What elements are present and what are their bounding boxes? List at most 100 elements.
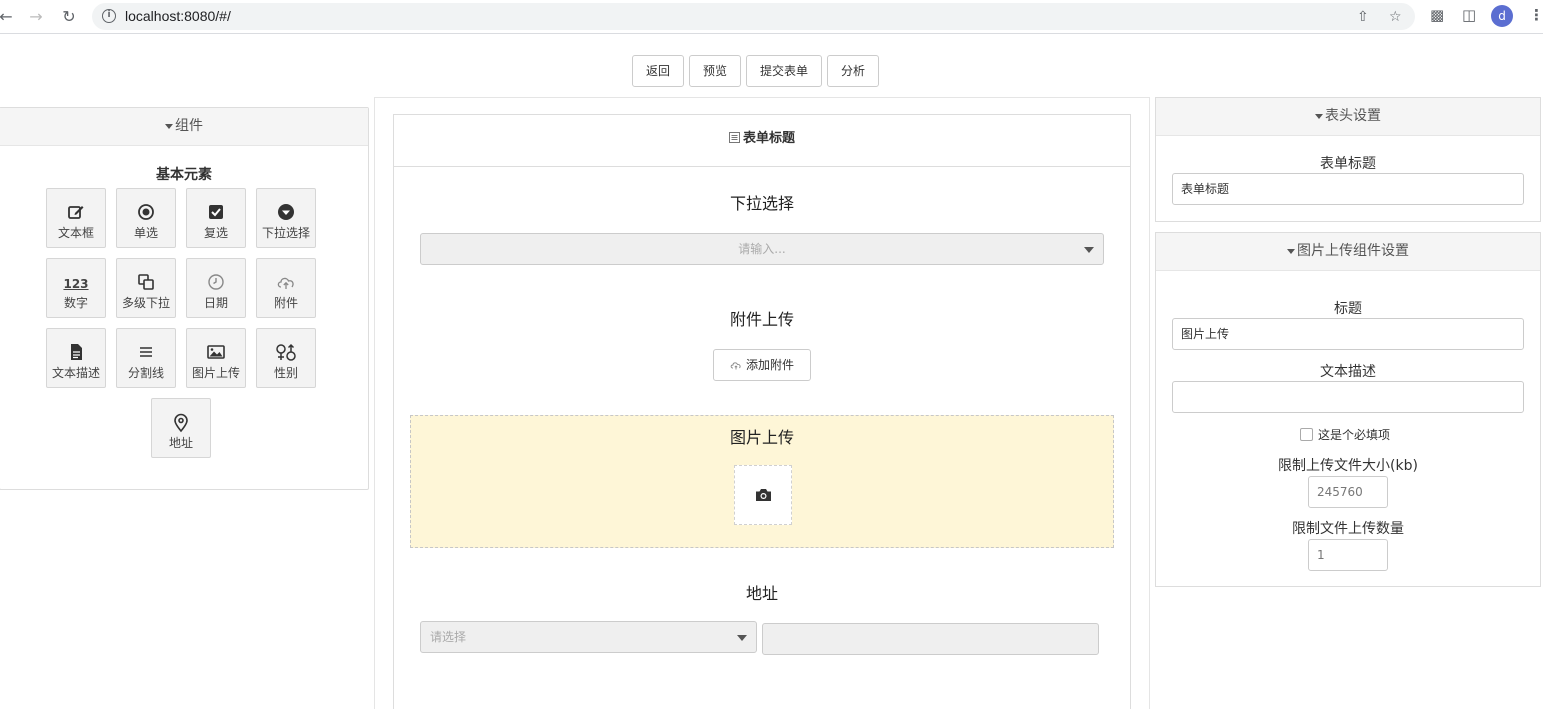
form-title-label: 表单标题 [1320,156,1376,172]
menu-kebab-icon[interactable]: ⋮ [1529,6,1543,24]
component-radio[interactable]: 单选 [116,188,176,248]
component-number[interactable]: 123 数字 [46,258,106,318]
count-limit-label: 限制文件上传数量 [1292,521,1404,537]
gender-icon [257,343,315,365]
component-date[interactable]: 日期 [186,258,246,318]
document-icon [47,343,105,365]
caret-down-icon [1315,113,1323,119]
header-settings-header[interactable]: 表头设置 [1156,98,1540,136]
back-arrow-icon[interactable]: ← [0,5,18,29]
component-label: 分割线 [127,366,164,380]
component-label: 附件 [273,296,298,310]
caret-down-icon [1084,247,1094,253]
extensions-puzzle-icon[interactable]: ▩ [1430,6,1444,24]
dropdown-select[interactable]: 请输入... [420,233,1104,265]
image-upload-settings-panel: 图片上传组件设置 标题 图片上传 文本描述 这是个必填项 限制上传文件大小(kb… [1155,232,1541,587]
size-limit-label: 限制上传文件大小(kb) [1278,458,1418,474]
cloud-upload-icon [730,351,742,381]
component-checkbox[interactable]: 复选 [186,188,246,248]
form-title-input[interactable]: 表单标题 [1172,173,1524,205]
title-label: 标题 [1334,301,1362,317]
address-field-title: 地址 [745,584,778,603]
checkbox-icon [187,203,245,225]
form-actions: 返回 预览 提交表单 分析 [632,55,880,87]
basic-elements-heading: 基本元素 [156,167,212,183]
share-icon[interactable]: ⇧ [1357,9,1369,25]
form-preview-card: 表单标题 下拉选择 请输入... 附件上传 添加附件 [393,114,1131,709]
title-input[interactable]: 图片上传 [1172,318,1524,350]
address-detail-input[interactable] [762,623,1099,655]
components-panel-header[interactable]: 组件 [0,108,368,146]
count-limit-input[interactable]: 1 [1308,539,1388,571]
submit-form-button[interactable]: 提交表单 [746,55,823,87]
caret-down-icon [1287,248,1295,254]
component-label: 地址 [168,436,193,450]
bookmark-star-icon[interactable]: ☆ [1389,9,1402,25]
analyze-button[interactable]: 分析 [827,55,880,87]
description-label: 文本描述 [1320,364,1376,380]
cascade-icon [117,273,175,295]
url-text: localhost:8080/#/ [125,8,231,24]
component-label: 文本框 [57,226,94,240]
side-panel-icon[interactable]: ◫ [1462,6,1476,24]
form-title: 表单标题 [742,131,795,146]
add-attachment-button[interactable]: 添加附件 [713,349,811,381]
size-limit-input[interactable]: 245760 [1308,476,1388,508]
required-checkbox[interactable]: 这是个必填项 [1300,426,1390,443]
address-placeholder: 请选择 [430,630,467,644]
profile-avatar[interactable]: d [1491,5,1513,27]
component-label: 数字 [63,296,88,310]
components-panel-title: 组件 [175,118,203,134]
image-upload-dropzone[interactable] [734,465,792,525]
caret-down-icon [737,635,747,641]
component-dropdown[interactable]: 下拉选择 [256,188,316,248]
image-upload-field-selected[interactable]: 图片上传 [410,415,1114,548]
component-cascade[interactable]: 多级下拉 [116,258,176,318]
clock-icon [187,273,245,295]
cloud-upload-icon [257,273,315,295]
component-textbox[interactable]: 文本框 [46,188,106,248]
camera-icon [755,487,772,506]
header-settings-panel: 表头设置 表单标题 表单标题 [1155,97,1541,222]
add-attachment-label: 添加附件 [745,358,794,372]
component-label: 日期 [203,296,228,310]
dropdown-field-title: 下拉选择 [729,194,794,213]
component-label: 文本描述 [51,366,100,380]
location-pin-icon [152,413,210,435]
reload-icon[interactable]: ↻ [57,5,81,29]
checkbox-box[interactable] [1300,428,1313,441]
description-input[interactable] [1172,381,1524,413]
component-label: 复选 [203,226,228,240]
radio-icon [117,203,175,225]
image-settings-title: 图片上传组件设置 [1297,243,1409,259]
component-label: 多级下拉 [121,296,170,310]
forward-arrow-icon[interactable]: → [24,5,48,29]
back-button[interactable]: 返回 [632,55,685,87]
image-icon [187,343,245,365]
form-list-icon [728,116,740,164]
component-label: 单选 [133,226,158,240]
component-label: 性别 [273,366,298,380]
component-text-description[interactable]: 文本描述 [46,328,106,388]
component-attachment[interactable]: 附件 [256,258,316,318]
caret-down-icon [165,123,173,129]
browser-toolbar: ← → ↻ i localhost:8080/#/ ⇧ ☆ ▩ ◫ d ⋮ [0,0,1543,34]
address-region-select[interactable]: 请选择 [420,621,757,653]
preview-button[interactable]: 预览 [689,55,742,87]
component-gender[interactable]: 性别 [256,328,316,388]
component-address[interactable]: 地址 [151,398,211,458]
required-label: 这是个必填项 [1318,428,1391,442]
component-label: 图片上传 [191,366,240,380]
number-icon: 123 [63,277,89,291]
component-divider[interactable]: 分割线 [116,328,176,388]
address-bar[interactable]: i localhost:8080/#/ ⇧ ☆ [92,3,1415,30]
divider-icon [117,343,175,365]
header-settings-title: 表头设置 [1325,108,1381,124]
component-label: 下拉选择 [261,226,310,240]
dropdown-placeholder: 请输入... [738,242,786,256]
image-settings-header[interactable]: 图片上传组件设置 [1156,233,1540,271]
form-header[interactable]: 表单标题 [394,115,1130,167]
component-image-upload[interactable]: 图片上传 [186,328,246,388]
site-info-icon[interactable]: i [102,9,116,23]
attachment-field-title: 附件上传 [729,310,794,329]
